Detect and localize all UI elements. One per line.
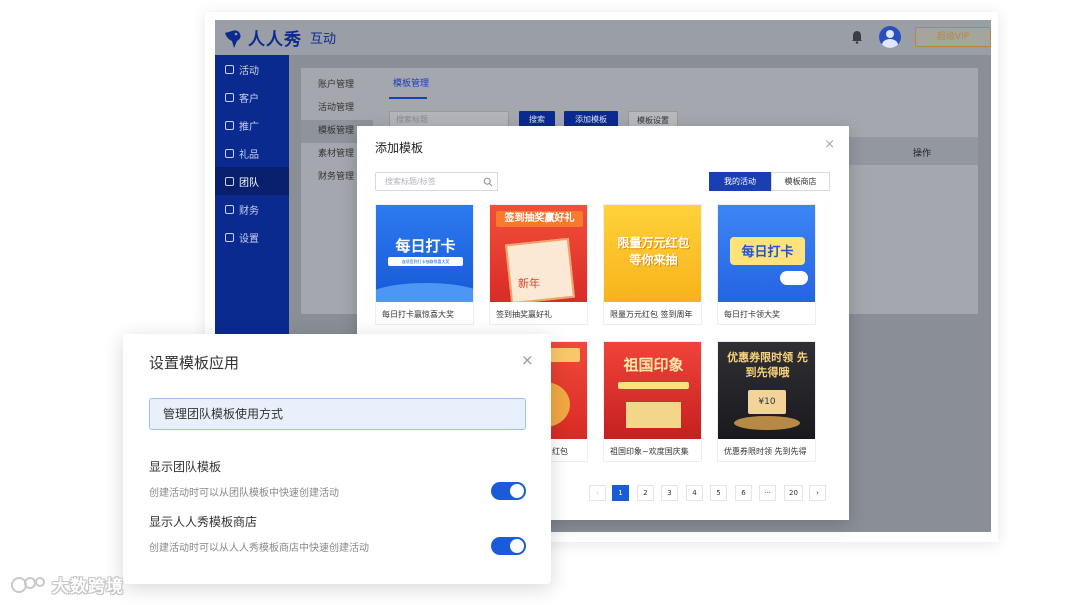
wallet-icon: [225, 204, 234, 214]
pager-page-1[interactable]: 1: [612, 485, 629, 501]
thumbnail-banner: 每日打卡: [741, 245, 794, 260]
template-name: 优惠券限时领 先到先得: [724, 447, 807, 456]
thumbnail-banner: 限量万元红包 等你来抽: [617, 236, 690, 267]
coupon-graphic: ¥10: [748, 390, 786, 414]
vip-badge[interactable]: 超级VIP: [915, 27, 991, 47]
thumbnail-banner: 优惠券限时领 先到先得哦: [727, 351, 808, 379]
sidebar-item-label: 团队: [239, 177, 259, 189]
watermark-logo-icon: [11, 576, 45, 593]
template-name: 每日打卡领大奖: [724, 310, 780, 319]
search-icon: [483, 177, 493, 187]
sidebar-item-finance[interactable]: 财务: [215, 195, 289, 223]
template-card[interactable]: 签到抽奖赢好礼 新年 签到抽奖赢好礼: [489, 204, 588, 325]
submenu-item-activity[interactable]: 活动管理: [301, 97, 373, 120]
template-card[interactable]: 祖国印象 祖国印象~欢度国庆集: [603, 341, 702, 462]
pager-prev[interactable]: ‹: [589, 485, 606, 501]
logo-text: 人人秀: [248, 30, 302, 50]
tab-template-store[interactable]: 模板商店: [771, 172, 830, 191]
thumbnail-banner: 签到抽奖赢好礼: [496, 211, 583, 227]
sidebar-item-settings[interactable]: 设置: [215, 223, 289, 251]
template-name: 每日打卡赢惊喜大奖: [382, 310, 454, 319]
template-search-button[interactable]: [479, 172, 498, 191]
thumbnail-banner: 每日打卡: [395, 237, 456, 255]
thumbnail-banner: 祖国印象: [623, 356, 684, 374]
template-thumbnail: 优惠券限时领 先到先得哦 ¥10: [718, 342, 815, 439]
watermark: 大数跨境: [10, 572, 124, 597]
user-icon: [225, 176, 234, 186]
megaphone-icon: [225, 120, 234, 130]
pager-page-5[interactable]: 5: [710, 485, 727, 501]
option-title: 显示人人秀模板商店: [149, 515, 258, 529]
option-description: 创建活动时可以从团队模板中快速创建活动: [149, 488, 339, 499]
close-icon[interactable]: ×: [521, 351, 534, 369]
avatar[interactable]: [879, 26, 901, 48]
panel-note: 管理团队模板使用方式: [149, 398, 526, 430]
sidebar-item-activity[interactable]: 活动: [215, 55, 289, 83]
template-card[interactable]: 限量万元红包 等你来抽 限量万元红包 签到周年: [603, 204, 702, 325]
option-title: 显示团队模板: [149, 460, 222, 474]
panel-title: 设置模板应用: [149, 354, 240, 372]
option-description: 创建活动时可以从人人秀模板商店中快速创建活动: [149, 543, 369, 554]
template-thumbnail: 每日打卡: [718, 205, 815, 302]
template-card[interactable]: 优惠券限时领 先到先得哦 ¥10 优惠券限时领 先到先得: [717, 341, 816, 462]
template-thumbnail: 祖国印象: [604, 342, 701, 439]
sidebar-item-label: 财务: [239, 205, 259, 217]
team-template-toggle[interactable]: [491, 482, 526, 500]
pager-page-6[interactable]: 6: [735, 485, 752, 501]
template-thumbnail: 每日打卡 连续签到打卡抽取惊喜大奖: [376, 205, 473, 302]
tab-my-activities[interactable]: 我的活动: [709, 172, 771, 191]
sidebar-item-team[interactable]: 团队: [215, 167, 289, 195]
pager-ellipsis[interactable]: ···: [759, 485, 776, 501]
tab-templates[interactable]: 模板管理: [393, 76, 429, 89]
sidebar-item-label: 推广: [239, 121, 259, 133]
subtitle-bar: [618, 382, 689, 389]
tag-icon: [225, 64, 234, 74]
thumbnail-wave: [376, 283, 473, 302]
pager-page-2[interactable]: 2: [637, 485, 654, 501]
submenu-item-account[interactable]: 账户管理: [301, 74, 373, 97]
tab-indicator: [389, 97, 427, 99]
column-header-actions: 操作: [913, 149, 932, 159]
template-settings-panel: 设置模板应用 × 管理团队模板使用方式 显示团队模板 创建活动时可以从团队模板中…: [123, 334, 551, 584]
thumbnail-caption: 新年: [518, 277, 540, 290]
heart-icon: [225, 92, 234, 102]
gate-graphic: [626, 402, 681, 428]
top-bar: 人人秀 互动 超级VIP: [215, 20, 991, 55]
sidebar-item-label: 设置: [239, 233, 259, 245]
bird-logo-icon: [225, 29, 241, 48]
sidebar-item-label: 活动: [239, 65, 259, 77]
sidebar-item-customers[interactable]: 客户: [215, 83, 289, 111]
template-thumbnail: 签到抽奖赢好礼 新年: [490, 205, 587, 302]
logo-subtitle: 互动: [310, 32, 337, 47]
sidebar-item-label: 客户: [239, 93, 259, 105]
badge-graphic: [550, 348, 580, 362]
modal-title: 添加模板: [375, 141, 424, 155]
template-name: 红包: [552, 447, 568, 456]
pager-page-4[interactable]: 4: [686, 485, 703, 501]
sidebar-item-gifts[interactable]: 礼品: [215, 139, 289, 167]
gear-icon: [225, 232, 234, 242]
pager-next[interactable]: ›: [809, 485, 826, 501]
sidebar-item-promotion[interactable]: 推广: [215, 111, 289, 139]
template-card[interactable]: 每日打卡 每日打卡领大奖: [717, 204, 816, 325]
watermark-text: 大数跨境: [52, 577, 124, 597]
sidebar-item-label: 礼品: [239, 149, 259, 161]
template-name: 限量万元红包 签到周年: [610, 310, 693, 319]
logo[interactable]: 人人秀 互动: [223, 25, 336, 50]
cloud-graphic: [780, 271, 808, 285]
template-name: 祖国印象~欢度国庆集: [610, 447, 689, 456]
template-card[interactable]: 每日打卡 连续签到打卡抽取惊喜大奖 每日打卡赢惊喜大奖: [375, 204, 474, 325]
thumbnail-subtitle: 连续签到打卡抽取惊喜大奖: [388, 257, 463, 266]
template-name: 签到抽奖赢好礼: [496, 310, 552, 319]
gift-icon: [225, 148, 234, 158]
pager-page-20[interactable]: 20: [784, 485, 803, 501]
close-icon[interactable]: ×: [824, 137, 835, 152]
template-store-toggle[interactable]: [491, 537, 526, 555]
pedestal-graphic: [734, 416, 800, 430]
pager-page-3[interactable]: 3: [661, 485, 678, 501]
calendar-graphic: [505, 237, 575, 302]
template-thumbnail: 限量万元红包 等你来抽: [604, 205, 701, 302]
bell-icon[interactable]: [851, 30, 863, 44]
